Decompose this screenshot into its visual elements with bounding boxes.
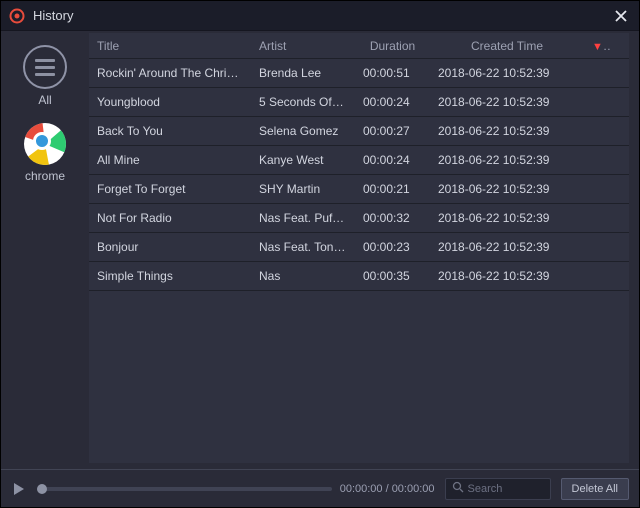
cell-artist: Kanye West	[251, 153, 355, 167]
cell-artist: Nas Feat. Tony…	[251, 240, 355, 254]
cell-artist: Nas	[251, 269, 355, 283]
cell-title: Rockin' Around The Christ…	[89, 66, 251, 80]
content-area: All chrome Title Artist Duration Created…	[1, 31, 639, 469]
sort-down-icon: ▼	[592, 39, 610, 53]
cell-artist: 5 Seconds Of …	[251, 95, 355, 109]
cell-title: Not For Radio	[89, 211, 251, 225]
sidebar-item-label: chrome	[25, 169, 65, 183]
chrome-icon	[24, 123, 66, 165]
cell-created: 2018-06-22 10:52:39	[430, 211, 584, 225]
cell-duration: 00:00:24	[355, 95, 430, 109]
table-body: Rockin' Around The Christ…Brenda Lee00:0…	[89, 59, 629, 463]
play-icon	[14, 483, 24, 495]
app-icon	[9, 8, 25, 24]
cell-title: Simple Things	[89, 269, 251, 283]
cell-created: 2018-06-22 10:52:39	[430, 124, 584, 138]
cell-title: All Mine	[89, 153, 251, 167]
sort-indicator[interactable]: ▼	[584, 39, 610, 53]
column-header-artist[interactable]: Artist	[251, 39, 355, 53]
table-row[interactable]: Forget To ForgetSHY Martin00:00:212018-0…	[89, 175, 629, 204]
cell-title: Youngblood	[89, 95, 251, 109]
search-box[interactable]	[445, 478, 551, 500]
cell-created: 2018-06-22 10:52:39	[430, 182, 584, 196]
close-button[interactable]	[611, 6, 631, 26]
table-row[interactable]: Not For RadioNas Feat. Puff …00:00:32201…	[89, 204, 629, 233]
table-row[interactable]: Rockin' Around The Christ…Brenda Lee00:0…	[89, 59, 629, 88]
cell-created: 2018-06-22 10:52:39	[430, 269, 584, 283]
cell-artist: Selena Gomez	[251, 124, 355, 138]
sidebar-item-all[interactable]: All	[21, 43, 69, 109]
cell-duration: 00:00:21	[355, 182, 430, 196]
sidebar-item-label: All	[38, 93, 51, 107]
cell-duration: 00:00:23	[355, 240, 430, 254]
table-header: Title Artist Duration Created Time ▼	[89, 33, 629, 59]
column-header-title[interactable]: Title	[89, 39, 251, 53]
cell-artist: Brenda Lee	[251, 66, 355, 80]
progress-handle[interactable]	[37, 484, 47, 494]
cell-duration: 00:00:27	[355, 124, 430, 138]
column-header-duration[interactable]: Duration	[355, 39, 430, 53]
main-panel: Title Artist Duration Created Time ▼ Roc…	[89, 31, 639, 469]
cell-duration: 00:00:35	[355, 269, 430, 283]
cell-artist: Nas Feat. Puff …	[251, 211, 355, 225]
table-row[interactable]: Back To YouSelena Gomez00:00:272018-06-2…	[89, 117, 629, 146]
cell-duration: 00:00:32	[355, 211, 430, 225]
search-icon	[452, 481, 464, 496]
progress-track[interactable]	[37, 487, 332, 491]
sidebar: All chrome	[1, 31, 89, 469]
search-input[interactable]	[468, 483, 544, 495]
table-row[interactable]: All MineKanye West00:00:242018-06-22 10:…	[89, 146, 629, 175]
cell-title: Forget To Forget	[89, 182, 251, 196]
cell-created: 2018-06-22 10:52:39	[430, 153, 584, 167]
delete-all-button[interactable]: Delete All	[561, 478, 629, 500]
cell-duration: 00:00:24	[355, 153, 430, 167]
progress-bar-wrap: 00:00:00 / 00:00:00	[37, 483, 435, 495]
time-display: 00:00:00 / 00:00:00	[340, 483, 435, 495]
table-row[interactable]: Simple ThingsNas00:00:352018-06-22 10:52…	[89, 262, 629, 291]
cell-title: Back To You	[89, 124, 251, 138]
table-row[interactable]: BonjourNas Feat. Tony…00:00:232018-06-22…	[89, 233, 629, 262]
table-row[interactable]: Youngblood5 Seconds Of …00:00:242018-06-…	[89, 88, 629, 117]
cell-duration: 00:00:51	[355, 66, 430, 80]
sidebar-item-chrome[interactable]: chrome	[22, 121, 68, 185]
footer: 00:00:00 / 00:00:00 Delete All	[1, 469, 639, 507]
window-title: History	[33, 8, 73, 23]
cell-artist: SHY Martin	[251, 182, 355, 196]
column-header-created[interactable]: Created Time	[430, 39, 584, 53]
cell-created: 2018-06-22 10:52:39	[430, 95, 584, 109]
cell-created: 2018-06-22 10:52:39	[430, 240, 584, 254]
history-table: Title Artist Duration Created Time ▼ Roc…	[89, 33, 629, 463]
play-button[interactable]	[11, 481, 27, 497]
menu-icon	[23, 45, 67, 89]
cell-title: Bonjour	[89, 240, 251, 254]
titlebar: History	[1, 1, 639, 31]
cell-created: 2018-06-22 10:52:39	[430, 66, 584, 80]
